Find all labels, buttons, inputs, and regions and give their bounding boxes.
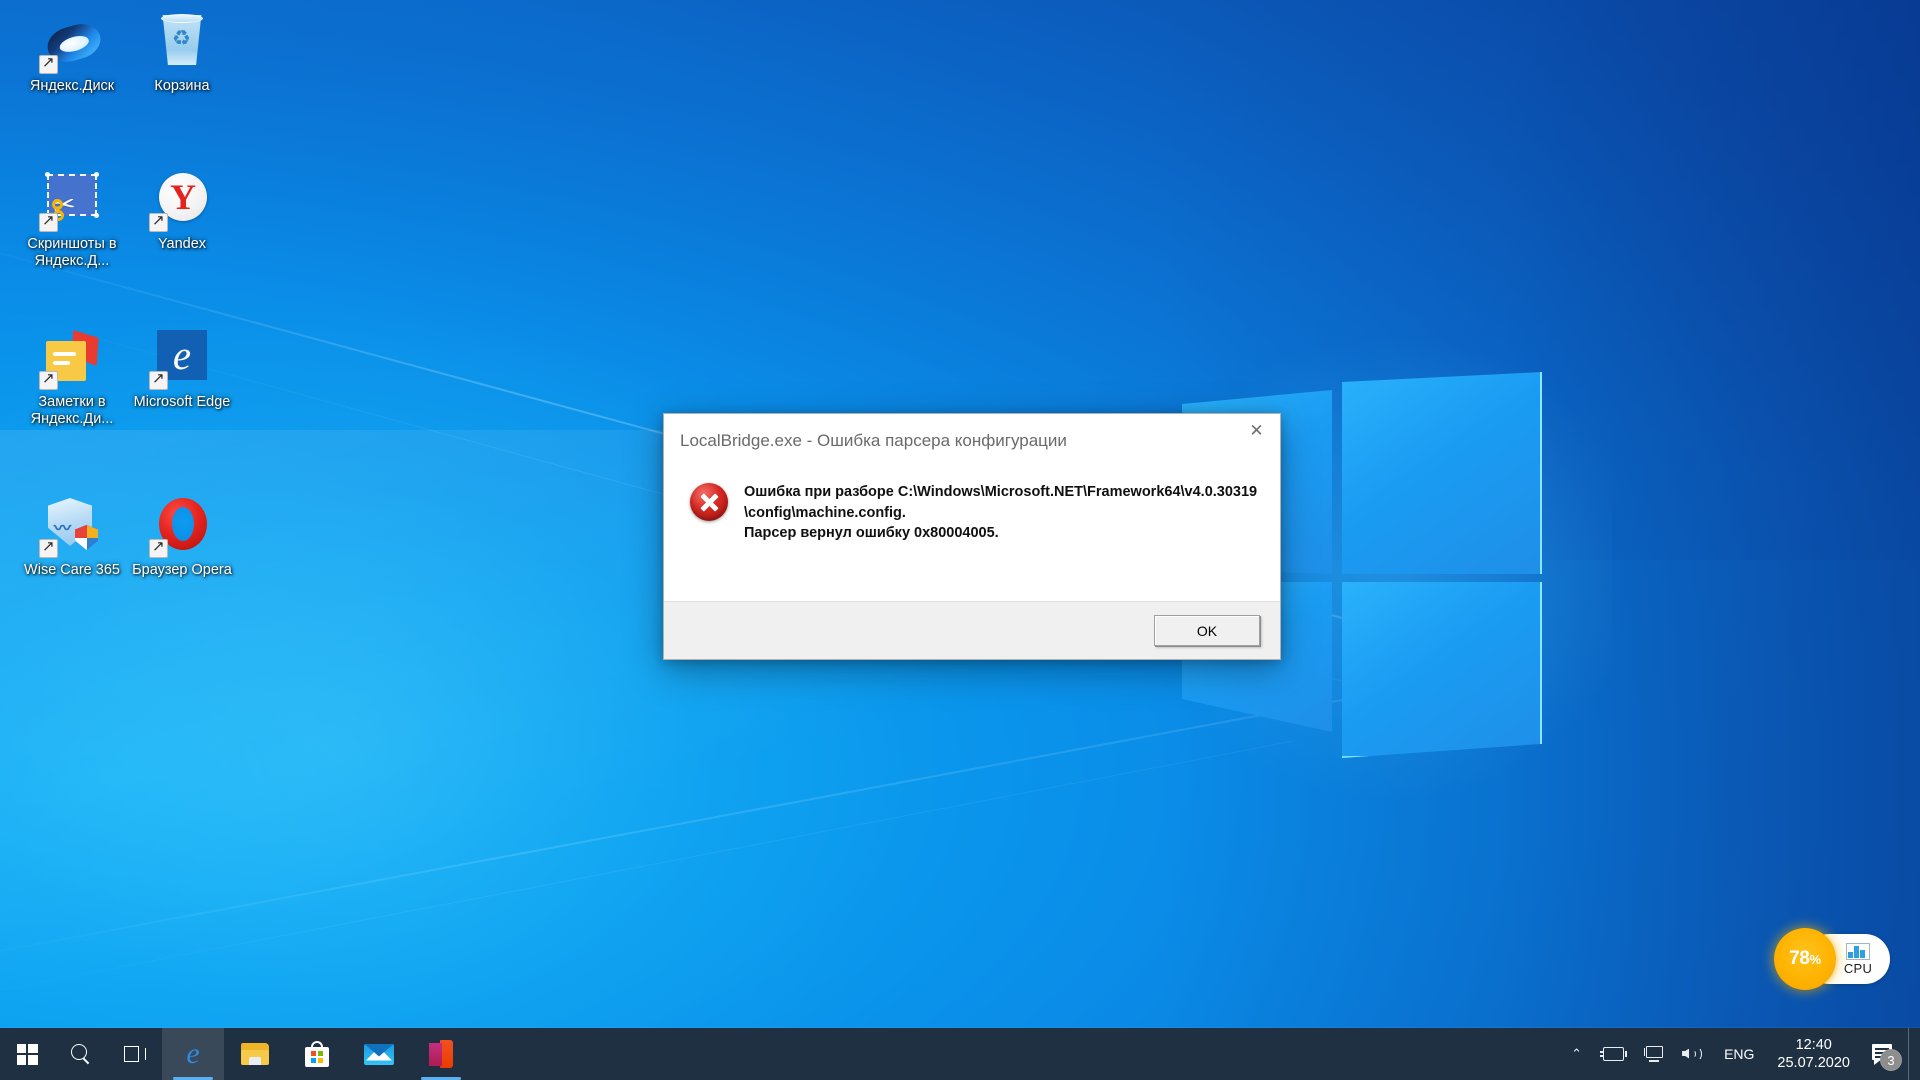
desktop-icon-label: Корзина xyxy=(154,78,210,94)
mail-icon xyxy=(364,1043,394,1065)
taskbar-mail-button[interactable] xyxy=(348,1028,410,1080)
clock-time: 12:40 xyxy=(1795,1037,1832,1053)
start-button[interactable] xyxy=(0,1028,54,1080)
desktop[interactable]: Яндекс.Диск ♻ Корзина ✂ xyxy=(0,0,1920,1080)
desktop-icon-yandex-disk[interactable]: Яндекс.Диск xyxy=(8,10,136,95)
taskbar-office-button[interactable] xyxy=(410,1028,472,1080)
network-icon xyxy=(1644,1046,1664,1062)
desktop-icon-label: Яндекс.Диск xyxy=(29,78,115,94)
store-icon xyxy=(305,1041,329,1067)
cpu-percent-number: 78 xyxy=(1789,948,1810,969)
opera-icon xyxy=(149,494,213,558)
edge-icon: e xyxy=(186,1037,200,1070)
desktop-icon-yandex-browser[interactable]: Yandex xyxy=(118,168,246,253)
show-desktop-button[interactable] xyxy=(1908,1028,1916,1080)
windows-logo-icon xyxy=(16,1043,38,1065)
volume-button[interactable] xyxy=(1673,1028,1713,1080)
shortcut-arrow-icon xyxy=(149,211,168,232)
cpu-percent-dial: 78% xyxy=(1774,928,1836,990)
search-icon xyxy=(71,1044,91,1064)
clock-date: 25.07.2020 xyxy=(1777,1055,1850,1071)
office-icon xyxy=(429,1040,453,1068)
dialog-title-bar[interactable]: LocalBridge.exe - Ошибка парсера конфигу… xyxy=(664,414,1280,471)
taskbar-file-explorer-button[interactable] xyxy=(224,1028,286,1080)
desktop-icon-label: Заметки в Яндекс.Ди... xyxy=(30,394,114,427)
error-dialog[interactable]: LocalBridge.exe - Ошибка парсера конфигу… xyxy=(663,413,1281,660)
task-view-button[interactable] xyxy=(108,1028,162,1080)
taskbar[interactable]: e ⌃ ENG 12:40 25.07.2020 3 xyxy=(0,1028,1920,1080)
dialog-body: Ошибка при разборе C:\Windows\Microsoft.… xyxy=(664,471,1280,601)
taskbar-microsoft-store-button[interactable] xyxy=(286,1028,348,1080)
desktop-icon-notes[interactable]: Заметки в Яндекс.Ди... xyxy=(8,326,136,428)
desktop-icon-label: Wise Care 365 xyxy=(24,562,120,578)
desktop-icon-label: Yandex xyxy=(157,236,207,252)
notification-count-badge: 3 xyxy=(1880,1049,1902,1071)
clock[interactable]: 12:40 25.07.2020 xyxy=(1765,1028,1862,1080)
error-icon xyxy=(690,483,728,521)
desktop-icon-wise-care[interactable]: 〰 Wise Care 365 xyxy=(8,494,136,579)
chevron-up-icon: ⌃ xyxy=(1571,1046,1583,1061)
taskbar-edge-button[interactable]: e xyxy=(162,1028,224,1080)
dialog-title: LocalBridge.exe - Ошибка парсера конфигу… xyxy=(680,431,1067,450)
desktop-icon-opera[interactable]: Браузер Opera xyxy=(118,494,246,579)
desktop-icon-recycle-bin[interactable]: ♻ Корзина xyxy=(118,10,246,95)
desktop-icon-screenshots[interactable]: ✂ Скриншоты в Яндекс.Д... xyxy=(8,168,136,270)
edge-icon xyxy=(149,326,213,390)
cpu-percent-value: 78% xyxy=(1789,948,1821,970)
wise-care-icon: 〰 xyxy=(39,494,103,558)
taskbar-spacer xyxy=(472,1028,1562,1080)
search-button[interactable] xyxy=(54,1028,108,1080)
cpu-bars-icon xyxy=(1846,942,1870,960)
desktop-icon-microsoft-edge[interactable]: Microsoft Edge xyxy=(118,326,246,411)
notes-icon xyxy=(39,326,103,390)
network-button[interactable] xyxy=(1635,1028,1673,1080)
cpu-gadget-label: CPU xyxy=(1843,960,1873,976)
folder-icon xyxy=(241,1043,269,1065)
screenshots-icon: ✂ xyxy=(39,168,103,232)
close-icon[interactable]: ✕ xyxy=(1233,414,1280,447)
dialog-message: Ошибка при разборе C:\Windows\Microsoft.… xyxy=(744,484,1258,541)
task-view-icon xyxy=(124,1045,146,1063)
shortcut-arrow-icon xyxy=(39,211,58,232)
shortcut-arrow-icon xyxy=(149,537,168,558)
yandex-browser-icon xyxy=(149,168,213,232)
cpu-usage-gadget[interactable]: CPU 78% xyxy=(1774,928,1890,990)
ok-button[interactable]: OK xyxy=(1154,615,1260,646)
yandex-disk-icon xyxy=(39,10,105,74)
shortcut-arrow-icon xyxy=(39,537,58,558)
dialog-footer: OK xyxy=(664,601,1280,659)
cpu-percent-symbol: % xyxy=(1809,952,1822,967)
desktop-icon-label: Microsoft Edge xyxy=(133,394,231,410)
volume-icon xyxy=(1682,1046,1704,1063)
shortcut-arrow-icon xyxy=(39,53,58,74)
action-center-button[interactable]: 3 xyxy=(1862,1028,1908,1080)
show-hidden-icons-button[interactable]: ⌃ xyxy=(1562,1028,1591,1080)
taskbar-left-group: e xyxy=(0,1028,472,1080)
system-tray: ⌃ ENG 12:40 25.07.2020 3 xyxy=(1562,1028,1920,1080)
desktop-icon-label: Скриншоты в Яндекс.Д... xyxy=(27,236,117,269)
desktop-icon-label: Браузер Opera xyxy=(132,562,232,578)
battery-button[interactable] xyxy=(1591,1028,1635,1080)
language-indicator[interactable]: ENG xyxy=(1713,1028,1765,1080)
shortcut-arrow-icon xyxy=(149,369,168,390)
battery-charging-icon xyxy=(1600,1047,1628,1061)
shortcut-arrow-icon xyxy=(39,369,58,390)
recycle-bin-icon: ♻ xyxy=(151,10,213,72)
